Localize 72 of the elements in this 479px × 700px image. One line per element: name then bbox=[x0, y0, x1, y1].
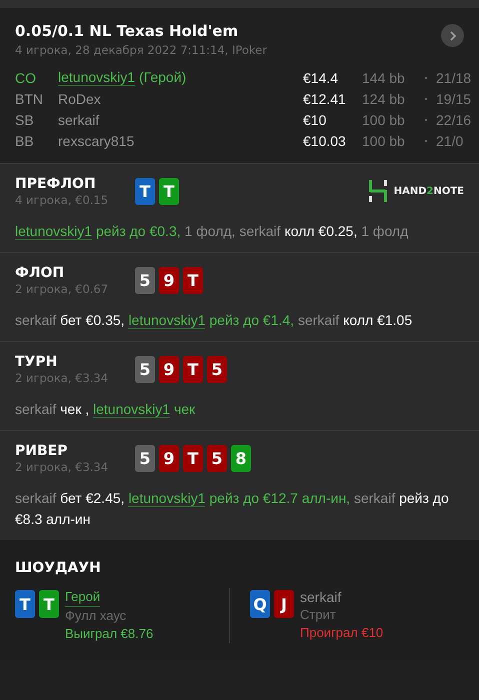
position-label: CO bbox=[15, 70, 37, 86]
street-title: ФЛОП bbox=[15, 265, 66, 281]
player-stats: 21/18 bbox=[436, 70, 472, 86]
player-link[interactable]: letunovskiy1 bbox=[93, 401, 170, 418]
playing-card: T bbox=[135, 178, 155, 205]
street-title: ПРЕФЛОП bbox=[15, 176, 97, 192]
showdown-title: ШОУДАУН bbox=[15, 560, 102, 576]
playing-card: T bbox=[15, 590, 35, 618]
playing-card: 9 bbox=[159, 267, 179, 294]
hand-combo: Стрит bbox=[300, 606, 337, 624]
big-blinds: 100 bb bbox=[362, 112, 406, 128]
playing-card: 5 bbox=[207, 445, 227, 472]
playing-card: 9 bbox=[159, 445, 179, 472]
playing-card: 5 bbox=[135, 267, 155, 294]
street-info: 2 игрока, €0.67 bbox=[15, 282, 110, 296]
big-blinds: 100 bb bbox=[362, 132, 406, 148]
logo-icon bbox=[368, 180, 388, 202]
player-name: serkaif bbox=[300, 588, 342, 606]
playing-card: 5 bbox=[207, 356, 227, 383]
street-title: ТУРН bbox=[15, 354, 58, 370]
playing-card: T bbox=[159, 178, 179, 205]
playing-card: T bbox=[39, 590, 59, 618]
playing-card: Q bbox=[250, 590, 270, 618]
playing-card: T bbox=[183, 267, 203, 294]
result-amount: Проиграл €10 bbox=[300, 624, 384, 642]
stack-amount: €10 bbox=[303, 112, 328, 128]
street-title: РИВЕР bbox=[15, 443, 68, 459]
street-info: 4 игрока, €0.15 bbox=[15, 193, 110, 207]
playing-card: 9 bbox=[159, 356, 179, 383]
street-info: 2 игрока, €3.34 bbox=[15, 371, 110, 385]
street-info: 2 игрока, €3.34 bbox=[15, 460, 110, 474]
player-stats: 19/15 bbox=[436, 90, 472, 106]
separator-dot bbox=[425, 140, 427, 142]
big-blinds: 124 bb bbox=[362, 90, 406, 106]
hand-combo: Фулл хаус bbox=[65, 607, 128, 625]
player-link[interactable]: letunovskiy1 bbox=[128, 490, 206, 507]
player-link[interactable]: letunovskiy1 bbox=[15, 223, 92, 240]
action-line: serkaif бет €0.35, letunovskiy1 рейз до €1.4, serkaif колл €1.05 bbox=[15, 311, 414, 331]
position-label: BTN bbox=[15, 90, 44, 106]
player-name: RoDex bbox=[58, 90, 101, 106]
stack-amount: €14.4 bbox=[303, 70, 340, 86]
action-line: serkaif бет €2.45, letunovskiy1 рейз до €12.7 алл-ин, serkaif рейз до €8.3 алл-ин bbox=[15, 489, 450, 529]
separator-dot bbox=[425, 98, 427, 100]
chevron-right-icon bbox=[448, 30, 458, 42]
next-button[interactable] bbox=[441, 24, 464, 47]
logo-text: HAND2NOTE bbox=[394, 186, 464, 196]
hand-info: 4 игрока, 28 декабря 2022 7:11:14, IPoker bbox=[15, 43, 267, 57]
big-blinds: 144 bb bbox=[362, 70, 406, 86]
action-line: serkaif чек , letunovskiy1 чек bbox=[15, 400, 196, 420]
playing-card: 5 bbox=[135, 356, 155, 383]
playing-card: J bbox=[274, 590, 294, 618]
hero-tag: (Герой) bbox=[139, 69, 186, 86]
stack-amount: €10.03 bbox=[303, 132, 347, 148]
player-stats: 22/16 bbox=[436, 112, 472, 128]
player-stats: 21/0 bbox=[436, 132, 464, 148]
hand-title: 0.05/0.1 NL Texas Hold'em bbox=[15, 22, 240, 40]
separator-dot bbox=[425, 118, 427, 120]
playing-card: T bbox=[183, 445, 203, 472]
result-amount: Выиграл €8.76 bbox=[65, 625, 154, 643]
position-label: BB bbox=[15, 132, 35, 148]
action-line: letunovskiy1 рейз до €0.3, 1 фолд, serkaif колл €0.25, 1 фолд bbox=[15, 222, 410, 242]
position-label: SB bbox=[15, 112, 35, 128]
separator-dot bbox=[425, 76, 427, 78]
player-link[interactable]: letunovskiy1 bbox=[58, 69, 136, 86]
playing-card: T bbox=[183, 356, 203, 383]
player-name: rexscary815 bbox=[58, 132, 134, 148]
player-link[interactable]: Герой bbox=[65, 588, 100, 607]
playing-card: 8 bbox=[231, 445, 251, 472]
player-name: serkaif bbox=[58, 112, 100, 128]
player-link[interactable]: letunovskiy1 bbox=[128, 312, 206, 329]
stack-amount: €12.41 bbox=[303, 90, 347, 106]
playing-card: 5 bbox=[135, 445, 155, 472]
